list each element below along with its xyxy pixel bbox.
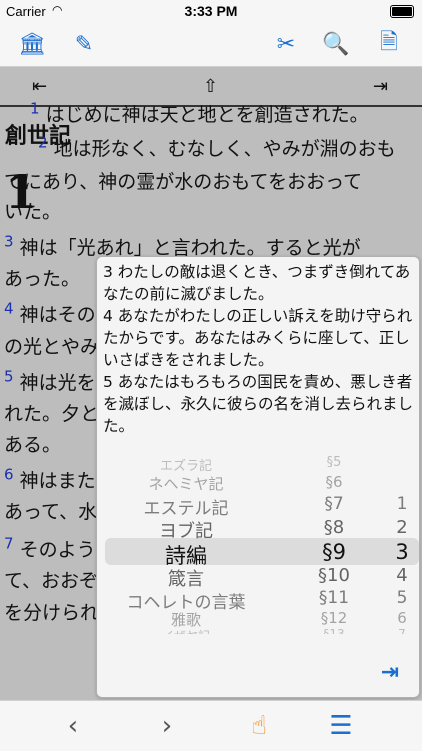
popup-verse: 3 わたしの敵は退くとき、つまずき倒れてあなたの前に滅びました。 — [103, 263, 411, 303]
up-button[interactable]: ⇧ — [203, 76, 218, 97]
picker-chapter-item[interactable]: §7 — [295, 494, 373, 514]
back-button[interactable]: ‹ — [58, 711, 88, 741]
picker-verse-item[interactable]: 2 — [387, 517, 417, 538]
previous-chapter-button[interactable]: ⇤ — [32, 76, 47, 97]
picker-chapter-item[interactable]: §13 — [295, 627, 373, 634]
picker-chapter-item[interactable]: §10 — [295, 565, 373, 586]
popup-verse: 4 あなたがわたしの正しい訴えを助け守られたからです。あなたはみくらに座して、正… — [103, 307, 413, 369]
verse-line: あった。 — [4, 264, 80, 295]
forward-button[interactable]: › — [152, 711, 182, 741]
notes-icon[interactable]: ✎ — [70, 30, 98, 58]
verse-line: 2 地は形なく、むなしく、やみが淵のおも — [38, 134, 396, 165]
picker-chapter-item[interactable]: §9 — [295, 540, 373, 564]
verse-line: ある。 — [4, 430, 61, 461]
picker-chapter-item[interactable]: §5 — [295, 455, 373, 470]
clock: 3:33 PM — [184, 3, 238, 19]
picker-verse-item[interactable]: 4 — [387, 565, 417, 586]
verse-text: はじめに神は天と地とを創造された。 — [45, 104, 369, 126]
verse-popup[interactable]: 3 わたしの敵は退くとき、つまずき倒れてあなたの前に滅びました。 4 あなたがわた… — [96, 256, 420, 698]
picker-book-item[interactable]: イザヤ記 — [97, 627, 275, 634]
picker-chapter-item[interactable]: §8 — [295, 517, 373, 538]
verse-text: てにあり、神の霊が水のおもてをおおって — [4, 171, 363, 193]
picker-chapter-item[interactable]: §12 — [295, 609, 373, 627]
verse-text: いた。 — [4, 201, 62, 223]
tools-icon[interactable]: ✂ — [272, 30, 300, 58]
battery-icon — [390, 5, 414, 18]
status-bar: Carrier ◠ 3:33 PM — [0, 0, 422, 22]
verse-number[interactable]: 5 — [4, 368, 14, 386]
verse-text: ある。 — [4, 434, 62, 456]
search-icon[interactable]: 🔍 — [322, 30, 350, 58]
verse-number[interactable]: 7 — [4, 535, 14, 553]
library-icon[interactable]: 🏛 — [18, 30, 46, 58]
picker-verse-item[interactable]: 5 — [387, 588, 417, 608]
verse-line: てにあり、神の霊が水のおもてをおおって — [4, 167, 362, 198]
list-icon[interactable]: ☰ — [326, 711, 356, 741]
picker-chapter-item[interactable]: §11 — [295, 588, 373, 608]
verse-number[interactable]: 6 — [4, 466, 14, 484]
picker-verse-item[interactable]: 3 — [387, 540, 417, 564]
picker-book-item[interactable]: エズラ記 — [97, 455, 275, 474]
picker-verse-item[interactable]: 6 — [387, 609, 417, 627]
popup-verse: 5 あなたはもろもろの国民を責め、悪しき者を滅ぼし、永久に彼らの名を消し去られま… — [103, 373, 414, 435]
page-icon[interactable]: 🗎 — [375, 30, 403, 58]
picker-verse-item[interactable]: 7 — [387, 627, 417, 634]
verse-number[interactable]: 1 — [30, 100, 40, 118]
top-toolbar: 🏛 ✎ ✂ 🔍 🗎 — [0, 22, 422, 67]
touch-icon[interactable]: ☝ — [244, 711, 274, 741]
verse-text: 地は形なく、むなしく、やみが淵のおも — [53, 138, 396, 160]
picker-verse-item[interactable]: 1 — [387, 494, 417, 514]
verse-line: いた。 — [4, 197, 61, 228]
verse-line: 1 はじめに神は天と地とを創造された。 — [30, 100, 369, 131]
go-to-icon[interactable]: ⇥ — [381, 660, 399, 685]
picker-chapter-item[interactable]: §6 — [295, 473, 373, 491]
picker-book-item[interactable]: ネヘミヤ記 — [97, 473, 275, 494]
picker-book-item[interactable]: エステル記 — [97, 494, 275, 519]
verse-number[interactable]: 3 — [4, 233, 14, 251]
book-chapter-picker[interactable]: エズラ記ネヘミヤ記エステル記ヨブ記詩編箴言コヘレトの言葉雅歌イザヤ記§5§6§7… — [97, 452, 419, 634]
bottom-toolbar: ‹ › ☝ ☰ — [0, 700, 422, 751]
verse-number[interactable]: 4 — [4, 300, 14, 318]
verse-number[interactable]: 2 — [38, 134, 48, 152]
popup-verse-text: 3 わたしの敵は退くとき、つまずき倒れてあなたの前に滅びました。 4 あなたがわた… — [103, 261, 413, 437]
verse-text: あった。 — [4, 268, 81, 290]
next-chapter-button[interactable]: ⇥ — [373, 76, 388, 97]
